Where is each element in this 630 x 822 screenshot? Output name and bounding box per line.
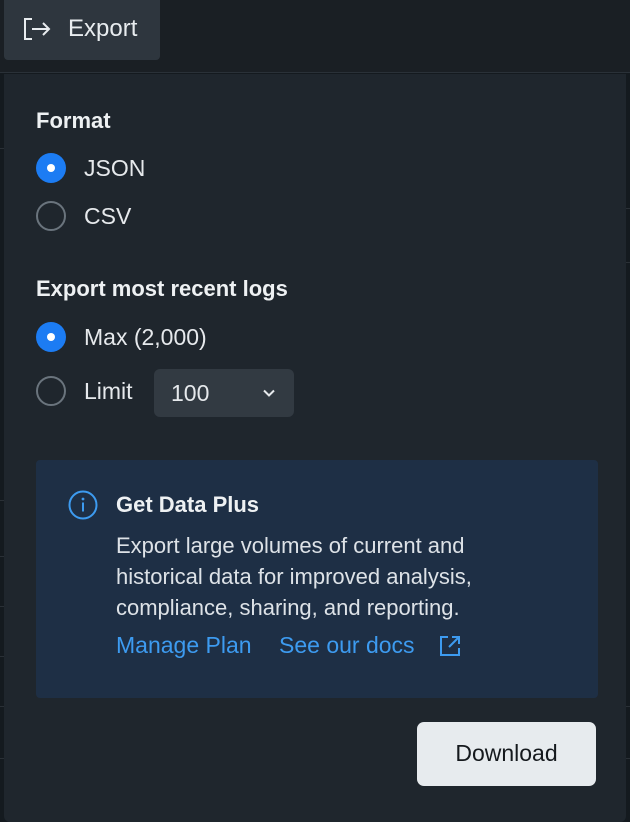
- limit-select[interactable]: 100: [154, 369, 294, 417]
- data-plus-card: Get Data Plus Export large volumes of cu…: [36, 460, 598, 698]
- download-button-label: Download: [455, 740, 558, 766]
- card-title: Get Data Plus: [116, 492, 260, 517]
- see-docs-link[interactable]: See our docs: [279, 632, 415, 659]
- background-divider: [626, 706, 630, 707]
- external-link-icon[interactable]: [438, 634, 462, 658]
- logs-option-limit[interactable]: Limit: [36, 376, 133, 406]
- limit-select-value: 100: [171, 380, 210, 406]
- format-option-label: CSV: [84, 202, 132, 229]
- background-divider: [626, 208, 630, 209]
- manage-plan-link[interactable]: Manage Plan: [116, 632, 252, 659]
- radio-csv[interactable]: [36, 201, 66, 231]
- card-description: Export large volumes of current and hist…: [116, 533, 472, 620]
- info-icon: [68, 490, 98, 520]
- export-button[interactable]: Export: [4, 0, 160, 60]
- radio-json[interactable]: [36, 153, 66, 183]
- radio-limit[interactable]: [36, 376, 66, 406]
- export-panel: Format JSON CSV Export most recent logs …: [4, 74, 626, 822]
- format-option-json[interactable]: JSON: [36, 153, 145, 183]
- background-divider: [626, 262, 630, 263]
- recent-logs-heading: Export most recent logs: [36, 276, 288, 301]
- top-bar: Export: [0, 0, 630, 73]
- background-divider: [626, 758, 630, 759]
- format-option-csv[interactable]: CSV: [36, 201, 131, 231]
- logs-option-label: Max (2,000): [84, 323, 207, 350]
- format-option-label: JSON: [84, 154, 146, 181]
- logs-option-label: Limit: [84, 377, 133, 404]
- format-heading: Format: [36, 108, 111, 133]
- radio-max[interactable]: [36, 322, 66, 352]
- export-arrow-icon: [24, 18, 51, 40]
- logs-option-max[interactable]: Max (2,000): [36, 322, 207, 352]
- chevron-down-icon: [263, 389, 275, 397]
- download-button[interactable]: Download: [417, 722, 596, 786]
- export-button-label: Export: [68, 15, 138, 42]
